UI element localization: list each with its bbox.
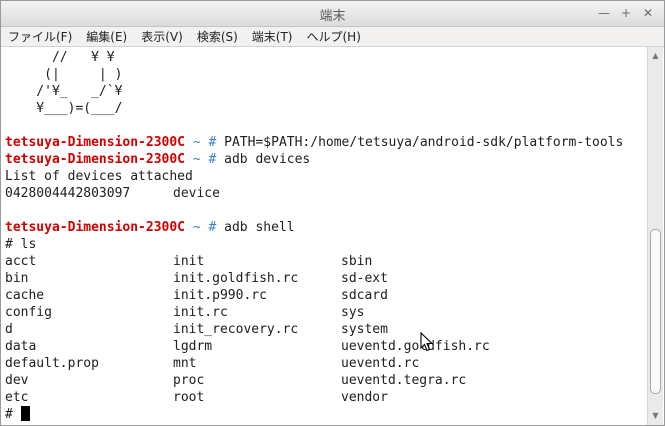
device-row: 0428004442803097 device [5, 185, 649, 202]
ls-row: config init.rc sys [5, 304, 649, 321]
prompt-host: tetsuya-Dimension-2300C [5, 152, 186, 167]
menu-bar: ファイル(F) 編集(E) 表示(V) 検索(S) 端末(T) ヘルプ(H) [1, 27, 664, 47]
minimize-icon[interactable]: — [594, 4, 614, 22]
ls-entry: system [341, 322, 388, 337]
ascii-art-line: /'¥_ _/`¥ [5, 84, 123, 99]
ls-row: cache init.p990.rc sdcard [5, 287, 649, 304]
ascii-art-line: (| | ) [5, 67, 123, 82]
shell-command-line: # ls [5, 237, 37, 252]
ascii-art-line: // ¥ ¥ [5, 50, 115, 65]
ls-entry: proc [173, 373, 205, 388]
vertical-scrollbar[interactable]: ▲ ▼ [647, 47, 663, 425]
window-controls: — + ✕ [594, 4, 658, 22]
ls-entry: config [5, 305, 52, 320]
ls-entry: root [173, 390, 205, 405]
menu-terminal[interactable]: 端末(T) [245, 27, 300, 47]
scroll-up-icon[interactable]: ▲ [648, 49, 663, 63]
ls-entry: dev [5, 373, 29, 388]
ls-entry: init_recovery.rc [173, 322, 299, 337]
device-state: device [173, 186, 220, 201]
ls-entry: data [5, 339, 37, 354]
ls-row: data lgdrm ueventd.goldfish.rc [5, 338, 649, 355]
mouse-pointer-icon [420, 332, 434, 352]
ls-entry: etc [5, 390, 29, 405]
prompt-line: tetsuya-Dimension-2300C ~ # adb devices [5, 151, 649, 168]
prompt-host: tetsuya-Dimension-2300C [5, 135, 186, 150]
ls-entry: ueventd.tegra.rc [341, 373, 467, 388]
device-serial: 0428004442803097 [5, 186, 131, 201]
ls-entry: sys [341, 305, 365, 320]
output-line: List of devices attached [5, 169, 193, 184]
ls-row: dev proc ueventd.tegra.rc [5, 372, 649, 389]
command-text: adb devices [216, 152, 311, 167]
close-icon[interactable]: ✕ [638, 4, 658, 22]
prompt-dir: ~ [185, 135, 201, 150]
menu-view[interactable]: 表示(V) [134, 27, 190, 47]
text-cursor [20, 406, 30, 421]
ls-entry: acct [5, 254, 37, 269]
menu-edit[interactable]: 編集(E) [79, 27, 134, 47]
current-prompt-line: # [5, 406, 649, 423]
command-text: PATH=$PATH:/home/tetsuya/android-sdk/pla… [216, 135, 624, 150]
ls-entry: vendor [341, 390, 388, 405]
ls-entry: sd-ext [341, 271, 388, 286]
ls-entry: lgdrm [173, 339, 213, 354]
ls-entry: ueventd.rc [341, 356, 420, 371]
ls-entry: d [5, 322, 13, 337]
title-bar[interactable]: 端末 — + ✕ [1, 1, 664, 27]
ls-row: d init_recovery.rc system [5, 321, 649, 338]
menu-help[interactable]: ヘルプ(H) [300, 27, 368, 47]
command-text: adb shell [216, 220, 295, 235]
scroll-down-icon[interactable]: ▼ [648, 409, 663, 423]
terminal-window: 端末 — + ✕ ファイル(F) 編集(E) 表示(V) 検索(S) 端末(T)… [0, 0, 665, 426]
ls-row: default.prop mnt ueventd.rc [5, 355, 649, 372]
ls-row: acct init sbin [5, 253, 649, 270]
menu-search[interactable]: 検索(S) [190, 27, 245, 47]
prompt-host: tetsuya-Dimension-2300C [5, 220, 186, 235]
ls-entry: init.goldfish.rc [173, 271, 299, 286]
scrollbar-thumb[interactable] [650, 229, 661, 394]
ls-entry: init.rc [173, 305, 228, 320]
ls-entry: ueventd.goldfish.rc [341, 339, 490, 354]
prompt-dir: ~ [185, 220, 201, 235]
menu-file[interactable]: ファイル(F) [1, 27, 79, 47]
ls-row: bin init.goldfish.rc sd-ext [5, 270, 649, 287]
window-title: 端末 [319, 9, 346, 24]
prompt-dir: ~ [185, 152, 201, 167]
ls-entry: sbin [341, 254, 373, 269]
ls-entry: init [173, 254, 205, 269]
prompt-line: tetsuya-Dimension-2300C ~ # PATH=$PATH:/… [5, 134, 649, 151]
ascii-art-line: ¥___)=(___/ [5, 101, 123, 116]
shell-prompt: # [5, 407, 21, 422]
terminal-output[interactable]: // ¥ ¥ (| | ) /'¥_ _/`¥ ¥___)=(___/ tets… [1, 47, 649, 425]
ls-entry: sdcard [341, 288, 388, 303]
ls-entry: cache [5, 288, 45, 303]
ls-entry: mnt [173, 356, 197, 371]
ls-entry: bin [5, 271, 29, 286]
ls-entry: default.prop [5, 356, 99, 371]
maximize-icon[interactable]: + [616, 4, 636, 22]
prompt-line: tetsuya-Dimension-2300C ~ # adb shell [5, 219, 649, 236]
ls-row: etc root vendor [5, 389, 649, 406]
ls-entry: init.p990.rc [173, 288, 267, 303]
